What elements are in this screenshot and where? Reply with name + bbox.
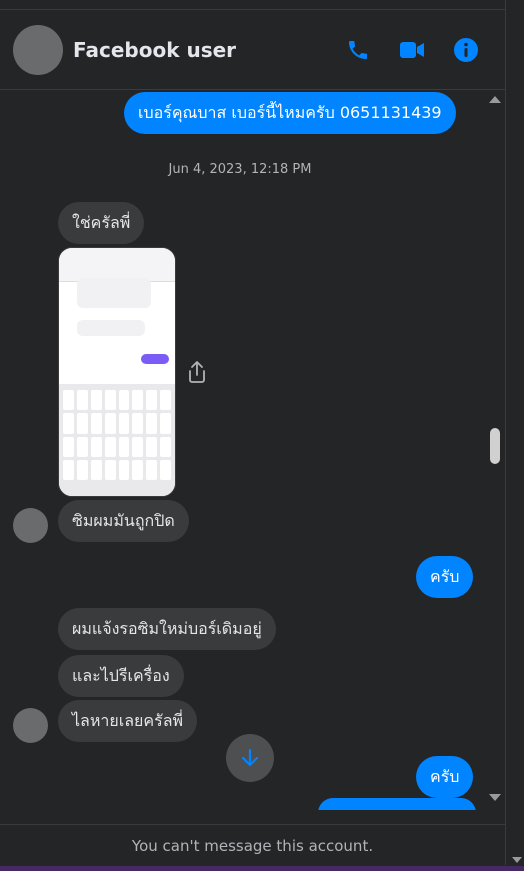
- phone-icon[interactable]: [343, 35, 373, 65]
- video-icon[interactable]: [397, 35, 427, 65]
- contact-avatar-small[interactable]: [13, 508, 48, 543]
- message-bubble-in[interactable]: ซิมผมมันถูกปิด: [58, 500, 189, 542]
- scroll-up-arrow[interactable]: [489, 96, 501, 103]
- conversation-header: Facebook user: [0, 10, 505, 90]
- message-bubble-out[interactable]: ครับ: [416, 756, 474, 798]
- contact-avatar[interactable]: [13, 24, 63, 75]
- vertical-scrollbar[interactable]: [485, 90, 505, 810]
- window-top-border: [0, 0, 506, 10]
- scroll-down-arrow[interactable]: [489, 794, 501, 801]
- panel-divider: [505, 0, 506, 865]
- resize-corner-arrow[interactable]: [512, 857, 522, 863]
- message-bubble-out[interactable]: เบอร์คุณบาส เบอร์นี้ไหมครับ 0651131439: [124, 92, 456, 134]
- scrollbar-thumb[interactable]: [490, 428, 500, 464]
- message-bubble-out-partial[interactable]: [318, 798, 476, 810]
- share-icon[interactable]: [186, 360, 210, 384]
- message-list[interactable]: เบอร์คุณบาส เบอร์นี้ไหมครับ 0651131439 J…: [0, 90, 485, 810]
- screenshot-topbar: [59, 248, 175, 282]
- window-bottom-edge: [0, 866, 524, 871]
- screenshot-keyboard: [59, 384, 175, 496]
- info-icon[interactable]: [451, 35, 481, 65]
- message-bubble-in[interactable]: ผมแจ้งรอซิมใหม่บอร์เดิมอยู่: [58, 608, 276, 650]
- message-bubble-out[interactable]: ครับ: [416, 556, 474, 598]
- contact-name[interactable]: Facebook user: [73, 38, 343, 62]
- arrow-down-icon: [241, 748, 259, 767]
- image-attachment[interactable]: [58, 247, 176, 497]
- message-bubble-in[interactable]: ไลหายเลยครัลพี่: [58, 700, 198, 742]
- message-bubble-in[interactable]: และไปรีเครื่อง: [58, 655, 184, 697]
- screenshot-call-card: [77, 278, 151, 308]
- scroll-to-bottom-button[interactable]: [226, 734, 274, 782]
- screenshot-text-bubble: [77, 320, 145, 336]
- messaging-unavailable-notice: You can't message this account.: [0, 824, 505, 866]
- message-timestamp: Jun 4, 2023, 12:18 PM: [168, 162, 312, 177]
- contact-avatar-small[interactable]: [13, 708, 48, 743]
- message-bubble-in[interactable]: ใช่ครัลพี่: [58, 202, 145, 244]
- screenshot-sent-bubble: [141, 354, 169, 364]
